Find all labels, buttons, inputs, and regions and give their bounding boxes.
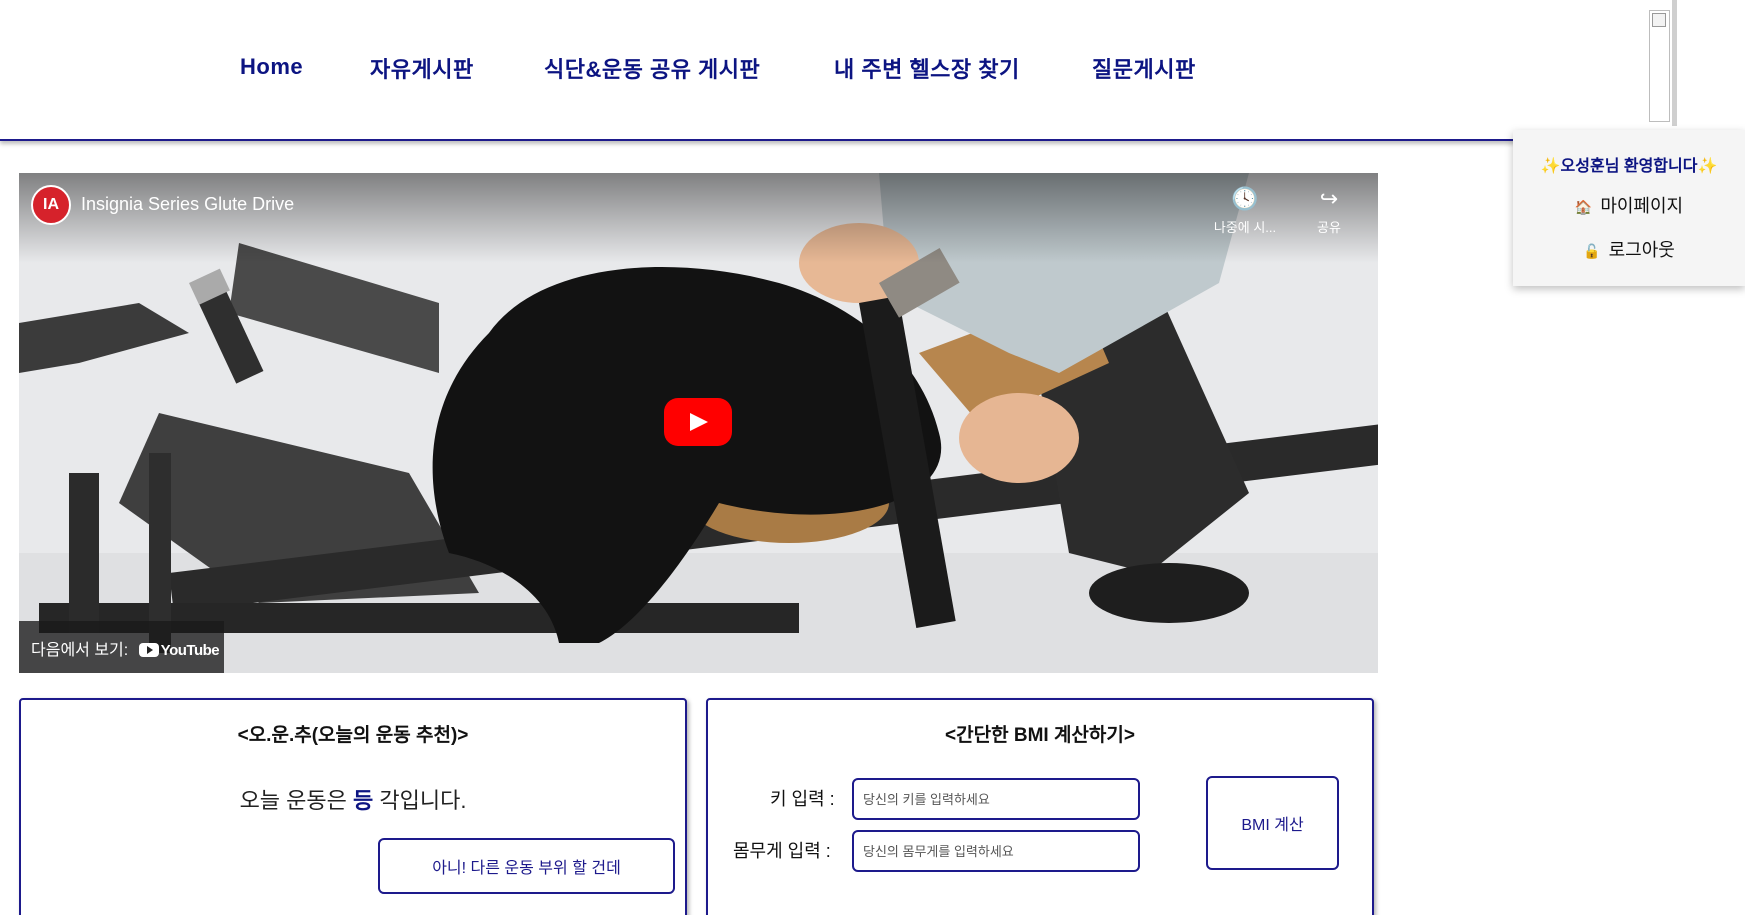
share-label: 공유	[1317, 220, 1341, 235]
watch-later-button[interactable]: 🕓 나중에 시...	[1205, 185, 1285, 236]
workout-card-title: <오.운.추(오늘의 운동 추천)>	[237, 725, 469, 746]
youtube-video-player[interactable]: IA Insignia Series Glute Drive 🕓 나중에 시..…	[19, 173, 1378, 673]
mypage-label: 마이페이지	[1600, 196, 1684, 216]
logout-label: 로그아웃	[1608, 240, 1675, 260]
user-dropdown-menu: ✨오성훈님 환영합니다✨ 🏠 마이페이지 🔓 로그아웃	[1513, 130, 1745, 286]
today-workout-text: 오늘 운동은 등 각입니다.	[21, 783, 685, 815]
share-button[interactable]: ↪ 공유	[1289, 185, 1369, 236]
share-arrow-icon: ↪	[1319, 186, 1339, 211]
nav-qna-board[interactable]: 질문게시판	[1092, 52, 1196, 84]
height-label: 키 입력 :	[770, 789, 835, 809]
change-workout-button[interactable]: 아니! 다른 운동 부위 할 건데	[378, 838, 675, 894]
broken-image-icon	[1652, 13, 1666, 27]
top-navigation: Home 자유게시판 식단&운동 공유 게시판 내 주변 헬스장 찾기 질문게시…	[0, 0, 1745, 141]
house-icon: 🏠	[1574, 199, 1593, 215]
video-title[interactable]: Insignia Series Glute Drive	[81, 194, 294, 215]
nav-free-board[interactable]: 자유게시판	[370, 52, 474, 84]
welcome-message: ✨오성훈님 환영합니다✨	[1513, 152, 1745, 176]
youtube-logo: YouTube	[138, 642, 220, 659]
today-body-part: 등	[353, 788, 374, 813]
play-icon	[690, 413, 708, 431]
weight-label: 몸무게 입력 :	[733, 841, 831, 861]
nav-find-gym[interactable]: 내 주변 헬스장 찾기	[834, 52, 1020, 84]
watch-later-label: 나중에 시...	[1213, 220, 1277, 235]
bmi-calculator-card: <간단한 BMI 계산하기> 키 입력 : 몸무게 입력 : BMI 계산	[706, 698, 1374, 915]
unlock-icon: 🔓	[1583, 243, 1601, 259]
watch-on-label: 다음에서 보기:	[31, 642, 129, 659]
youtube-play-icon	[138, 643, 159, 657]
play-button[interactable]	[664, 398, 732, 446]
logout-link[interactable]: 🔓 로그아웃	[1513, 236, 1745, 262]
bmi-card-title: <간단한 BMI 계산하기>	[945, 725, 1135, 746]
video-title-bar	[19, 173, 1378, 263]
youtube-wordmark: YouTube	[160, 642, 220, 659]
profile-image-button[interactable]	[1649, 10, 1670, 122]
workout-recommendation-card: <오.운.추(오늘의 운동 추천)> 오늘 운동은 등 각입니다. 아니! 다른…	[19, 698, 687, 915]
today-text-after: 각입니다.	[373, 788, 467, 813]
weight-input[interactable]	[852, 830, 1140, 872]
nav-home[interactable]: Home	[240, 54, 303, 80]
bmi-calculate-button[interactable]: BMI 계산	[1206, 776, 1339, 870]
watch-on-youtube-button[interactable]: 다음에서 보기: YouTube	[19, 621, 224, 673]
nav-diet-workout-board[interactable]: 식단&운동 공유 게시판	[544, 52, 760, 84]
today-text-before: 오늘 운동은	[239, 788, 353, 813]
mypage-link[interactable]: 🏠 마이페이지	[1513, 192, 1745, 218]
clock-icon: 🕓	[1231, 186, 1259, 211]
sparkle-icon: ✨	[1697, 158, 1718, 175]
header-divider	[1672, 0, 1677, 126]
height-input[interactable]	[852, 778, 1140, 820]
welcome-text: 오성훈님 환영합니다	[1560, 158, 1698, 175]
channel-logo[interactable]: IA	[31, 185, 71, 225]
sparkle-icon: ✨	[1540, 158, 1561, 175]
